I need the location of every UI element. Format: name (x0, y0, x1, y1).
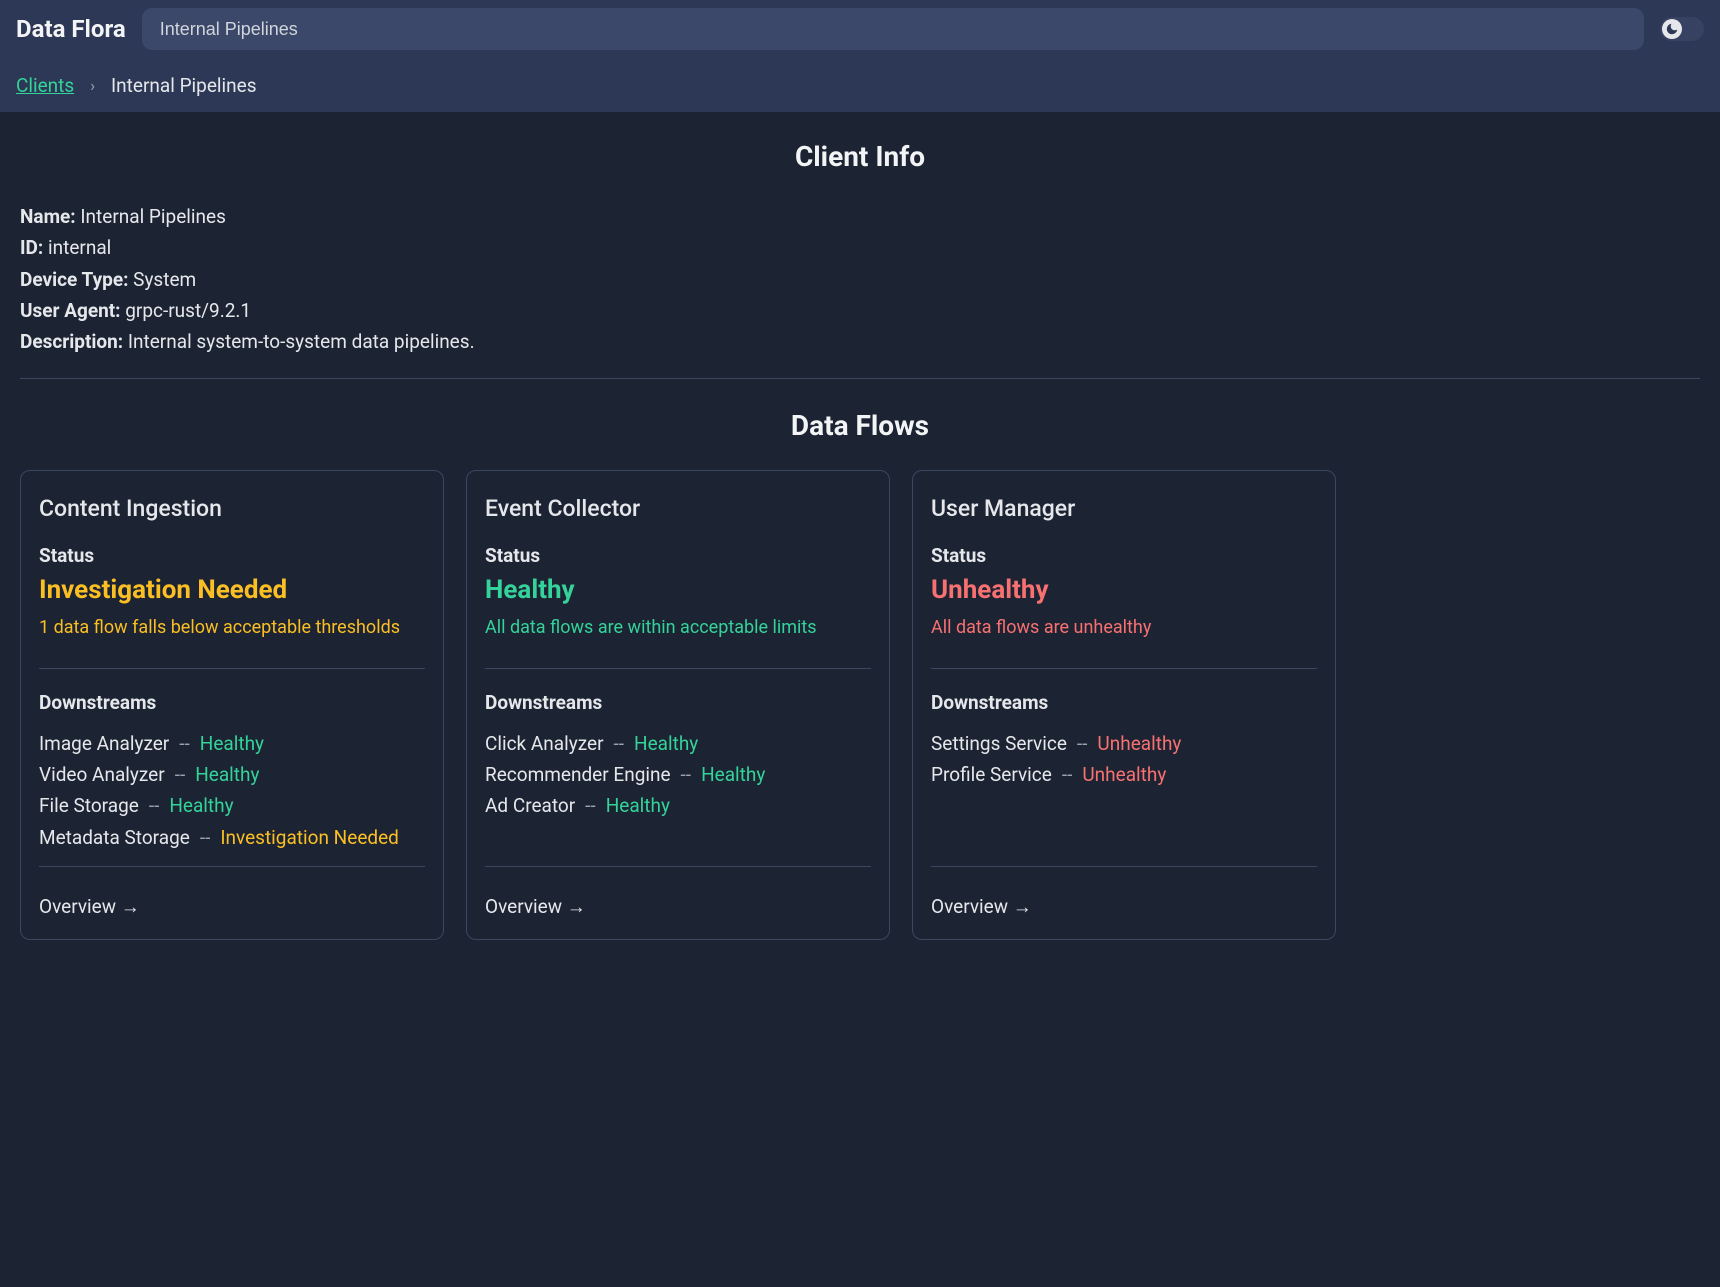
downstream-status: Healthy (634, 728, 698, 759)
label-name: Name: (20, 205, 76, 228)
client-info-heading: Client Info (20, 140, 1700, 173)
value-id: internal (48, 236, 111, 259)
label-id: ID: (20, 236, 43, 259)
label-device-type: Device Type: (20, 268, 128, 291)
downstream-row: Settings Service -- Unhealthy (931, 728, 1317, 759)
card-divider (931, 866, 1317, 867)
client-info-row-description: Description: Internal system-to-system d… (20, 326, 1700, 357)
overview-link[interactable]: Overview → (931, 895, 1317, 919)
status-note: All data flows are unhealthy (931, 617, 1317, 638)
chevron-right-icon: › (90, 76, 95, 95)
client-info-row-id: ID: internal (20, 232, 1700, 263)
client-info-row-device-type: Device Type: System (20, 264, 1700, 295)
status-label: Status (485, 544, 871, 567)
status-label: Status (931, 544, 1317, 567)
downstreams-label: Downstreams (485, 691, 871, 714)
moon-icon (1662, 19, 1682, 39)
downstream-sep: -- (149, 790, 160, 821)
status-note: All data flows are within acceptable lim… (485, 617, 871, 638)
downstream-row: Ad Creator -- Healthy (485, 790, 871, 821)
downstream-sep: -- (585, 790, 596, 821)
label-user-agent: User Agent: (20, 299, 121, 322)
downstream-status: Unhealthy (1082, 759, 1166, 790)
downstream-status: Investigation Needed (220, 822, 399, 853)
downstreams-label: Downstreams (931, 691, 1317, 714)
value-device-type: System (133, 268, 196, 291)
app-header: Data Flora (0, 0, 1720, 58)
breadcrumb-clients-link[interactable]: Clients (16, 74, 74, 97)
downstream-list: Image Analyzer--HealthyVideo Analyzer--H… (39, 728, 425, 858)
card-divider (485, 866, 871, 867)
breadcrumb-current: Internal Pipelines (111, 74, 257, 97)
downstream-status: Healthy (701, 759, 765, 790)
downstream-row: File Storage -- Healthy (39, 790, 425, 821)
overview-link[interactable]: Overview → (39, 895, 425, 919)
downstream-sep: -- (1077, 728, 1088, 759)
downstream-row: Profile Service -- Unhealthy (931, 759, 1317, 790)
downstream-row: Image Analyzer -- Healthy (39, 728, 425, 759)
downstream-sep: -- (681, 759, 692, 790)
downstream-row: Metadata Storage -- Investigation Needed (39, 822, 425, 853)
card-divider (39, 668, 425, 669)
downstream-name: File Storage (39, 790, 139, 821)
main-content: Client Info Name: Internal Pipelines ID:… (0, 112, 1720, 968)
data-flow-card: User Manager Status Unhealthy All data flow… (912, 470, 1336, 940)
downstream-sep: -- (614, 728, 625, 759)
downstream-sep: -- (1062, 759, 1073, 790)
downstream-status: Unhealthy (1097, 728, 1181, 759)
downstream-status: Healthy (195, 759, 259, 790)
downstream-name: Recommender Engine (485, 759, 671, 790)
search-wrap[interactable] (142, 8, 1644, 50)
downstream-name: Image Analyzer (39, 728, 169, 759)
card-title: Content Ingestion (39, 495, 425, 522)
search-input[interactable] (160, 19, 1626, 40)
theme-toggle[interactable] (1660, 17, 1704, 41)
downstream-name: Video Analyzer (39, 759, 165, 790)
value-user-agent: grpc-rust/9.2.1 (125, 299, 251, 322)
status-value: Healthy (485, 575, 871, 605)
client-info-row-name: Name: Internal Pipelines (20, 201, 1700, 232)
downstream-status: Healthy (606, 790, 670, 821)
downstream-status: Healthy (200, 728, 264, 759)
label-description: Description: (20, 330, 123, 353)
downstream-sep: -- (175, 759, 186, 790)
downstream-list: Click Analyzer--HealthyRecommender Engin… (485, 728, 871, 858)
downstream-name: Click Analyzer (485, 728, 604, 759)
data-flows-heading: Data Flows (20, 409, 1700, 442)
downstream-row: Click Analyzer -- Healthy (485, 728, 871, 759)
data-flow-card: Event Collector Status Healthy All data flo… (466, 470, 890, 940)
status-label: Status (39, 544, 425, 567)
downstreams-label: Downstreams (39, 691, 425, 714)
overview-link[interactable]: Overview → (485, 895, 871, 919)
value-name: Internal Pipelines (80, 205, 226, 228)
downstream-name: Settings Service (931, 728, 1067, 759)
downstream-name: Profile Service (931, 759, 1052, 790)
downstream-name: Metadata Storage (39, 822, 190, 853)
app-title: Data Flora (16, 15, 126, 43)
card-divider (39, 866, 425, 867)
status-value: Investigation Needed (39, 575, 425, 605)
client-info-list: Name: Internal Pipelines ID: internal De… (20, 201, 1700, 358)
downstream-sep: -- (200, 822, 211, 853)
section-divider (20, 378, 1700, 379)
downstream-status: Healthy (169, 790, 233, 821)
downstream-name: Ad Creator (485, 790, 575, 821)
data-flow-cards: Content Ingestion Status Investigation Nee… (20, 470, 1700, 940)
card-divider (931, 668, 1317, 669)
card-divider (485, 668, 871, 669)
downstream-row: Recommender Engine -- Healthy (485, 759, 871, 790)
downstream-list: Settings Service--UnhealthyProfile Servi… (931, 728, 1317, 858)
downstream-sep: -- (179, 728, 190, 759)
downstream-row: Video Analyzer -- Healthy (39, 759, 425, 790)
breadcrumb: Clients › Internal Pipelines (0, 58, 1720, 112)
status-note: 1 data flow falls below acceptable thres… (39, 617, 425, 638)
data-flow-card: Content Ingestion Status Investigation Nee… (20, 470, 444, 940)
card-title: Event Collector (485, 495, 871, 522)
client-info-row-user-agent: User Agent: grpc-rust/9.2.1 (20, 295, 1700, 326)
value-description: Internal system-to-system data pipelines… (128, 330, 475, 353)
card-title: User Manager (931, 495, 1317, 522)
status-value: Unhealthy (931, 575, 1317, 605)
